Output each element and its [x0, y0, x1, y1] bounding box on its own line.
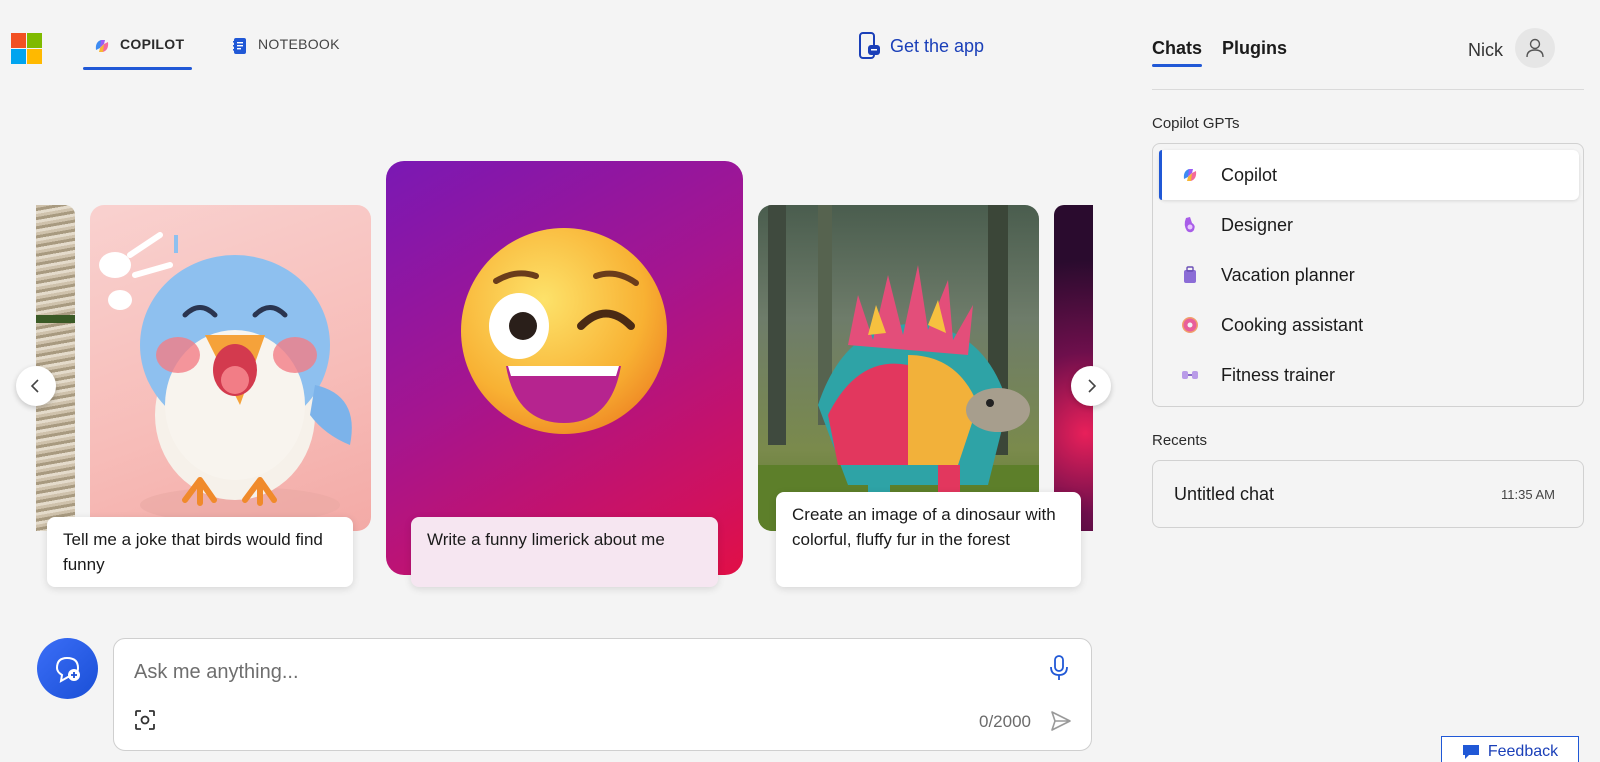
send-icon: [1051, 711, 1071, 731]
tab-copilot[interactable]: COPILOT: [83, 32, 192, 70]
carousel-prev-button[interactable]: [16, 366, 56, 406]
recents-heading: Recents: [1152, 432, 1208, 449]
chevron-left-icon: [30, 379, 39, 393]
winking-emoji-image: [461, 228, 667, 434]
gpt-item-label: Copilot: [1221, 164, 1278, 185]
send-button[interactable]: [1049, 709, 1073, 738]
recent-chat-item[interactable]: Untitled chat 11:35 AM: [1152, 460, 1584, 528]
copilot-icon: [1179, 164, 1201, 186]
carousel-card-bird[interactable]: [90, 205, 371, 531]
carousel-next-button[interactable]: [1071, 366, 1111, 406]
new-topic-icon: [55, 656, 80, 683]
suitcase-icon: [1179, 264, 1201, 286]
gpt-item-label: Fitness trainer: [1221, 364, 1336, 385]
gpt-item-label: Designer: [1221, 214, 1294, 235]
copilot-gpts-list: Copilot Designer Vacation planner Cookin…: [1152, 143, 1584, 407]
designer-icon: [1179, 214, 1201, 236]
carousel-card-emoji[interactable]: [386, 161, 743, 575]
carousel-caption-bird[interactable]: Tell me a joke that birds would find fun…: [47, 517, 353, 587]
user-icon: [1526, 38, 1544, 58]
add-image-button[interactable]: [134, 709, 156, 736]
chevron-right-icon: [1088, 379, 1097, 393]
gpt-item-cooking-assistant[interactable]: Cooking assistant: [1159, 300, 1579, 350]
carousel-caption-dinosaur[interactable]: Create an image of a dinosaur with color…: [776, 492, 1081, 587]
tab-plugins[interactable]: Plugins: [1222, 38, 1287, 59]
notebook-icon: [233, 38, 246, 54]
avatar[interactable]: [1515, 28, 1555, 68]
gpt-item-label: Cooking assistant: [1221, 314, 1364, 335]
feedback-icon: [1462, 744, 1479, 759]
chat-compose-box: 0/2000: [113, 638, 1092, 751]
microsoft-logo[interactable]: [11, 33, 42, 64]
tab-copilot-label: COPILOT: [120, 36, 185, 52]
user-name: Nick: [1468, 40, 1503, 60]
recent-chat-title: Untitled chat: [1174, 483, 1275, 504]
gpt-item-fitness-trainer[interactable]: Fitness trainer: [1159, 350, 1579, 400]
ask-input[interactable]: [134, 657, 1014, 687]
gpt-item-copilot[interactable]: Copilot: [1159, 150, 1579, 200]
tab-notebook-label: NOTEBOOK: [258, 36, 340, 52]
prompt-carousel: Tell me a joke that birds would find fun…: [36, 150, 1093, 600]
carousel-card-dinosaur[interactable]: [758, 205, 1039, 531]
copilot-gpts-heading: Copilot GPTs: [1152, 115, 1240, 132]
copilot-icon: [95, 40, 109, 52]
microphone-button[interactable]: [1049, 655, 1069, 686]
tab-notebook[interactable]: NOTEBOOK: [230, 32, 340, 70]
gpt-item-label: Vacation planner: [1221, 264, 1355, 285]
image-capture-icon: [135, 710, 155, 730]
right-pane-divider: [1152, 89, 1584, 90]
microphone-icon: [1050, 655, 1068, 680]
phone-chat-icon: [859, 32, 880, 59]
dumbbell-icon: [1179, 364, 1201, 386]
carousel-caption-emoji[interactable]: Write a funny limerick about me: [411, 517, 718, 587]
new-topic-button[interactable]: [37, 638, 98, 699]
tab-chats[interactable]: Chats: [1152, 38, 1203, 67]
recent-chat-time: 11:35 AM: [1501, 486, 1555, 502]
laughing-bird-image: [99, 232, 352, 523]
feedback-label: Feedback: [1487, 742, 1559, 760]
get-the-app-link[interactable]: Get the app: [858, 32, 984, 60]
gpt-item-designer[interactable]: Designer: [1159, 200, 1579, 250]
fluffy-dinosaur-image: [758, 205, 1039, 531]
donut-icon: [1179, 314, 1201, 336]
character-counter: 0/2000: [979, 712, 1031, 731]
gpt-item-vacation-planner[interactable]: Vacation planner: [1159, 250, 1579, 300]
feedback-button[interactable]: Feedback: [1441, 736, 1579, 762]
get-the-app-label: Get the app: [890, 35, 985, 56]
